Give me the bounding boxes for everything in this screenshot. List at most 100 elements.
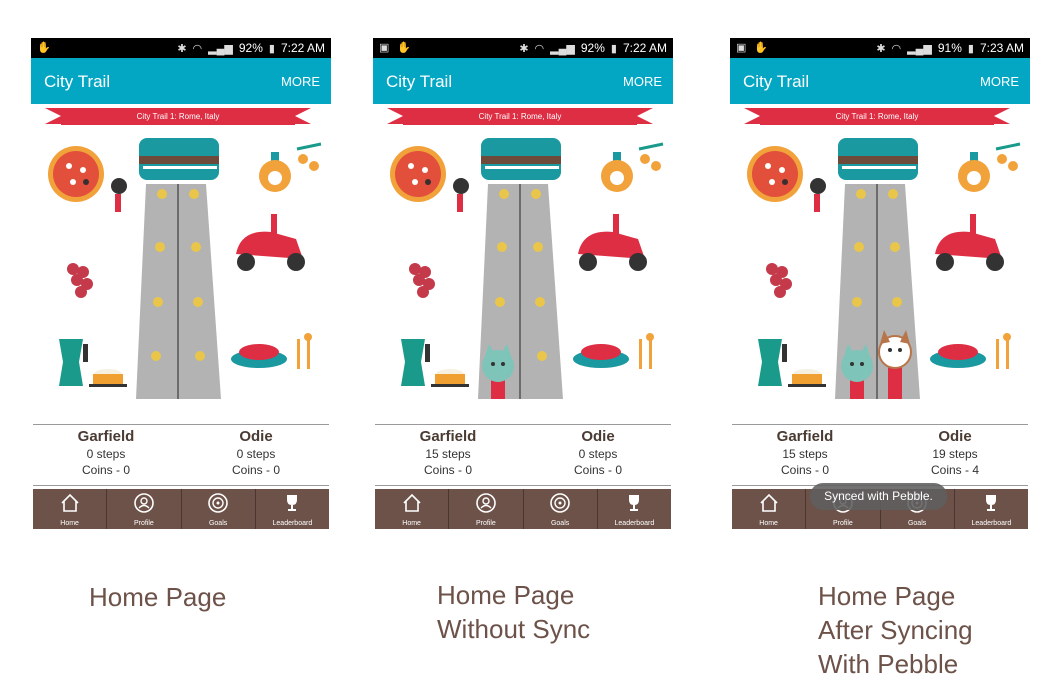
pizza-cutter-icon [810,178,826,212]
status-time: 7:22 AM [622,41,667,55]
player-card-garfield: Garfield 15 steps Coins - 0 [373,426,523,477]
fork-spoon-icon [639,333,654,369]
wifi-icon: ◠ [192,42,203,55]
moka-pot-icon [401,339,430,386]
caption-line: With Pebble [818,649,959,679]
app-title: City Trail [386,72,453,91]
pizza-cutter-icon [453,178,469,212]
signal-icon: ▂▄▆ [208,42,233,55]
caption-line: Without Sync [437,614,591,644]
home-icon [403,493,421,512]
nav-label: Goals [550,520,570,527]
gallery-icon: ▣ [736,42,747,54]
sync-toast: Synced with Pebble. [810,483,947,510]
nav-leaderboard[interactable]: Leaderboard [953,489,1028,529]
trail-scene: City Trail 1: Rome, Italy [373,104,673,404]
player-card-garfield: Garfield 15 steps Coins - 0 [730,426,880,477]
goals-icon [208,493,228,513]
nav-leaderboard[interactable]: Leaderboard [596,489,671,529]
nav-home[interactable]: Home [375,489,448,529]
app-bar: City Trail MORE [730,58,1030,104]
nav-leaderboard[interactable]: Leaderboard [254,489,329,529]
leaderboard-icon [287,495,298,511]
colosseum-icon [139,138,219,180]
wifi-icon: ◠ [891,42,902,55]
player-steps: 15 steps [425,447,471,461]
bluetooth-icon: ✱ [519,42,529,55]
status-bar: ▣ ✋ ✱ ◠ ▂▄▆ 91% ▮ 7:23 AM [730,38,1030,58]
player-steps: 0 steps [86,447,126,461]
nav-label: Leaderboard [971,520,1012,527]
notification-icon: ✋ [397,42,412,54]
app-title: City Trail [743,72,810,91]
caption-line: Home Page [437,580,575,610]
player-coins: Coins - 0 [81,463,131,477]
fork-spoon-icon [297,333,312,369]
player-coins: Coins - 4 [930,463,980,477]
app-bar: City Trail MORE [373,58,673,104]
app-bar: City Trail MORE [31,58,331,104]
signal-icon: ▂▄▆ [550,42,575,55]
gallery-icon: ▣ [379,42,390,54]
nav-label: Home [60,520,79,527]
nav-home[interactable]: Home [732,489,805,529]
player-steps: 15 steps [782,447,828,461]
scooter-icon [236,214,305,271]
player-steps: 0 steps [578,447,618,461]
player-name: Garfield [77,428,135,445]
bottom-nav: Home Profile Goals Leaderboard [375,489,671,529]
pasta-icon [573,344,629,368]
divider [375,485,671,486]
divider [375,424,671,425]
battery-percent: 92% [238,41,263,55]
more-button[interactable]: MORE [623,74,662,89]
coffee-cup-icon [89,369,127,387]
nav-profile[interactable]: Profile [448,489,522,529]
player-name: Garfield [419,428,477,445]
nav-goals[interactable]: Goals [180,489,255,529]
battery-icon: ▮ [610,42,617,55]
nav-home[interactable]: Home [33,489,106,529]
fork-spoon-icon [996,333,1011,369]
divider [33,485,329,486]
trail-illustration [747,138,1021,399]
player-coins: Coins - 0 [423,463,473,477]
caption-home-page: Home Page [89,582,227,612]
notification-icon: ✋ [754,42,769,54]
player-name: Odie [239,428,273,445]
coffee-cup-icon [788,369,826,387]
phone-screen-3: ▣ ✋ ✱ ◠ ▂▄▆ 91% ▮ 7:23 AM City Trail MOR… [730,38,1030,530]
phone-screen-2: ▣ ✋ ✱ ◠ ▂▄▆ 92% ▮ 7:22 AM City Trail MOR… [373,38,673,530]
nav-label: Profile [475,520,496,527]
bluetooth-icon: ✱ [876,42,886,55]
more-button[interactable]: MORE [281,74,320,89]
notification-icon: ✋ [37,42,51,54]
players-panel: Garfield 15 steps Coins - 0 Odie 0 steps… [373,426,673,484]
nav-label: Profile [133,520,154,527]
goals-icon [550,493,570,513]
grapes-icon [766,263,792,298]
signal-icon: ▂▄▆ [907,42,932,55]
nav-profile[interactable]: Profile [106,489,180,529]
player-coins: Coins - 0 [231,463,281,477]
pizza-icon [48,146,104,202]
players-panel: Garfield 15 steps Coins - 0 Odie 19 step… [730,426,1030,484]
more-button[interactable]: MORE [980,74,1019,89]
phone-screen-1: ✋ ✱ ◠ ▂▄▆ 92% ▮ 7:22 AM City Trail MORE … [31,38,331,530]
home-icon [760,493,778,512]
player-card-odie: Odie 19 steps Coins - 4 [880,426,1030,477]
nav-label: Leaderboard [614,520,655,527]
caption-line: Home Page [818,581,956,611]
battery-percent: 92% [580,41,605,55]
nav-label: Profile [832,520,853,527]
player-card-odie: Odie 0 steps Coins - 0 [181,426,331,477]
olive-oil-icon [601,142,664,192]
home-icon [61,493,79,512]
profile-icon [134,493,154,513]
player-name: Odie [581,428,615,445]
pizza-cutter-icon [111,178,127,212]
pasta-icon [231,344,287,368]
trail-scene: City Trail 1: Rome, Italy [31,104,331,404]
status-time: 7:23 AM [979,41,1024,55]
nav-goals[interactable]: Goals [522,489,597,529]
